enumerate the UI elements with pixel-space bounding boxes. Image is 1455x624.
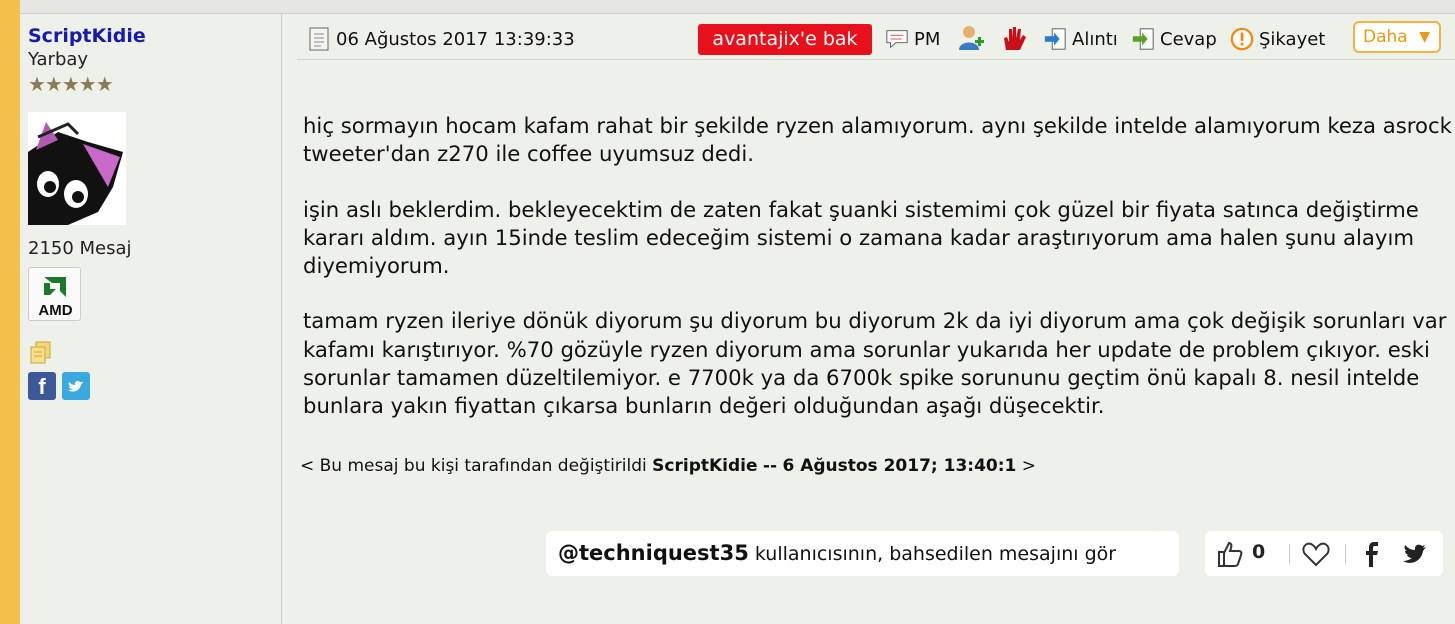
edit-separator: -- bbox=[762, 456, 778, 476]
post-paragraph: işin aslı beklerdim. bekleyecektim de za… bbox=[303, 196, 1419, 279]
block-hand-icon[interactable] bbox=[1000, 24, 1028, 52]
like-count: 0 bbox=[1252, 541, 1266, 563]
warning-icon bbox=[1230, 27, 1254, 51]
edit-suffix: > bbox=[1021, 456, 1037, 476]
pm-label: PM bbox=[914, 28, 941, 50]
post-date: 06 Ağustos 2017 13:39:33 bbox=[307, 26, 575, 52]
more-dropdown[interactable]: Daha ▼ bbox=[1353, 21, 1441, 53]
mention-user: @techniquest35 bbox=[558, 541, 749, 565]
mention-link[interactable]: @techniquest35 kullanıcısının, bahsedile… bbox=[546, 531, 1179, 576]
quote-label: Alıntı bbox=[1072, 28, 1118, 50]
report-label: Şikayet bbox=[1259, 28, 1326, 50]
report-button[interactable]: Şikayet bbox=[1230, 26, 1325, 52]
thumbs-up-icon[interactable] bbox=[1215, 539, 1245, 569]
user-rank: Yarbay bbox=[28, 49, 89, 70]
pm-button[interactable]: PM bbox=[885, 26, 940, 52]
amd-badge: AMD bbox=[28, 267, 81, 321]
post-paragraph: hiç sormayın hocam kafam rahat bir şekil… bbox=[303, 113, 1452, 167]
divider bbox=[1345, 544, 1346, 564]
add-friend-icon[interactable] bbox=[957, 24, 985, 52]
username-link[interactable]: ScriptKidie bbox=[28, 25, 146, 47]
reply-icon bbox=[1132, 28, 1154, 50]
edit-date: 6 Ağustos 2017; 13:40:1 bbox=[782, 456, 1017, 476]
top-divider bbox=[20, 0, 1455, 14]
post-paragraph: tamam ryzen ileriye dönük diyorum şu diy… bbox=[303, 308, 1447, 419]
user-posts-icon[interactable] bbox=[28, 340, 54, 364]
avantajix-button[interactable]: avantajix'e bak bbox=[698, 24, 872, 55]
post-body: hiç sormayın hocam kafam rahat bir şekil… bbox=[303, 112, 1453, 448]
amd-logo-icon bbox=[44, 277, 66, 297]
message-count: 2150 Mesaj bbox=[28, 238, 132, 259]
rank-stars: ★★★★★ bbox=[28, 72, 114, 96]
reaction-bar: 0 bbox=[1205, 531, 1443, 576]
twitter-icon[interactable] bbox=[62, 372, 90, 400]
edit-notice: < Bu mesaj bu kişi tarafından değiştiril… bbox=[300, 456, 1036, 476]
message-bubble-icon bbox=[886, 30, 908, 49]
amd-badge-label: AMD bbox=[38, 302, 73, 319]
reply-button[interactable]: Cevap bbox=[1131, 26, 1217, 52]
facebook-share-icon[interactable] bbox=[1361, 539, 1381, 569]
avatar[interactable] bbox=[28, 112, 126, 225]
quote-button[interactable]: Alıntı bbox=[1043, 26, 1118, 52]
post-header: 06 Ağustos 2017 13:39:33 avantajix'e bak… bbox=[297, 14, 1455, 60]
post-date-text: 06 Ağustos 2017 13:39:33 bbox=[336, 28, 575, 50]
document-icon bbox=[309, 27, 329, 51]
heart-icon[interactable] bbox=[1301, 539, 1331, 569]
user-sidebar: ScriptKidie Yarbay ★★★★★ 2150 Mesaj AMD … bbox=[20, 14, 282, 624]
divider bbox=[1289, 544, 1290, 564]
quote-icon bbox=[1044, 28, 1066, 50]
mention-text: kullanıcısının, bahsedilen mesajını gör bbox=[754, 543, 1117, 565]
chevron-down-icon: ▼ bbox=[1419, 29, 1430, 45]
facebook-icon[interactable]: f bbox=[28, 372, 56, 400]
edit-user: ScriptKidie bbox=[652, 456, 758, 476]
reply-label: Cevap bbox=[1160, 28, 1217, 50]
more-label: Daha bbox=[1363, 27, 1408, 47]
twitter-share-icon[interactable] bbox=[1401, 539, 1429, 569]
left-accent-stripe bbox=[0, 0, 20, 624]
edit-prefix: < Bu mesaj bu kişi tarafından değiştiril… bbox=[300, 456, 647, 476]
